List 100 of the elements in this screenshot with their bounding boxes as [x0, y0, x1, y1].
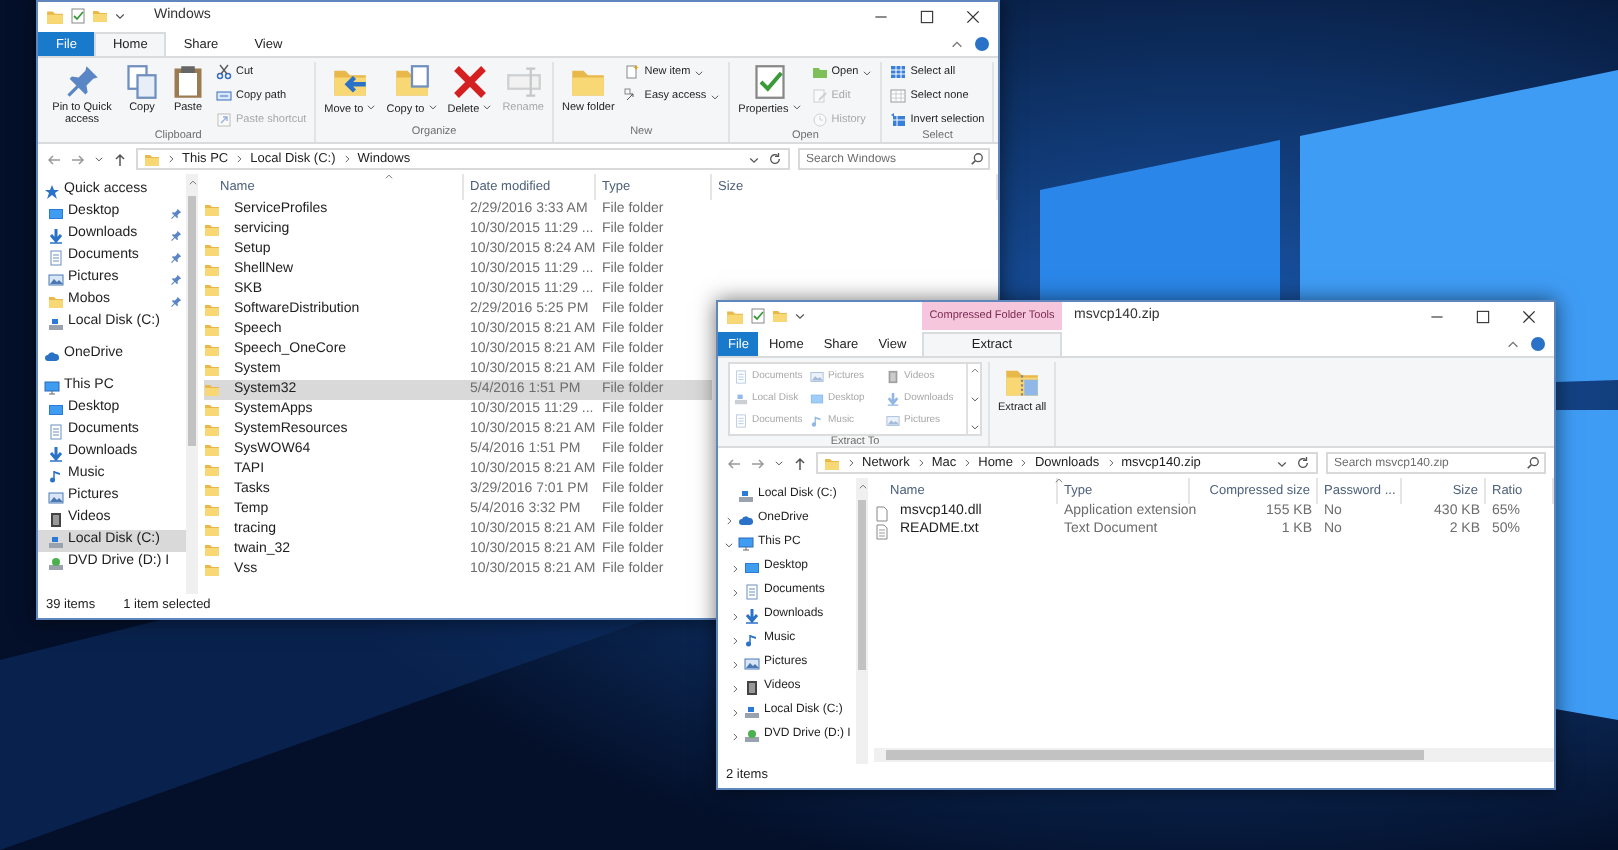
caret-icon	[482, 102, 493, 112]
folder-icon	[204, 422, 220, 438]
folder-icon	[204, 302, 220, 318]
document-icon	[48, 423, 64, 439]
search-icon[interactable]	[970, 152, 984, 166]
caret-icon[interactable]	[114, 10, 126, 22]
close-icon[interactable]	[964, 7, 982, 25]
pin-icon[interactable]	[170, 229, 182, 241]
cloud-icon	[44, 347, 60, 363]
caret-up-icon	[1054, 476, 1064, 486]
folder-icon	[204, 462, 220, 478]
folder-icon	[204, 482, 220, 498]
up-arrow-icon[interactable]	[112, 151, 128, 167]
help-icon[interactable]	[1530, 336, 1546, 352]
folder-icon	[204, 242, 220, 258]
select-all-icon	[890, 64, 907, 80]
pin-icon[interactable]	[170, 295, 182, 307]
star-icon	[44, 183, 60, 199]
caret-icon[interactable]	[969, 422, 979, 432]
film-icon	[744, 680, 760, 696]
caret-icon[interactable]	[1276, 457, 1288, 469]
film-icon	[886, 369, 900, 383]
close-icon[interactable]	[1520, 307, 1538, 325]
chevron-icon[interactable]	[730, 563, 740, 573]
maximize-icon[interactable]	[1474, 307, 1492, 325]
caret-icon	[366, 102, 377, 112]
computer-icon	[738, 536, 754, 552]
drive-icon	[744, 704, 760, 720]
caret-up-icon	[384, 172, 394, 182]
drive-icon	[734, 391, 748, 405]
drive-icon	[738, 488, 754, 504]
folder-icon	[204, 222, 220, 238]
caret-icon[interactable]	[794, 310, 806, 322]
select-none-icon	[890, 88, 907, 104]
clipboard-icon	[170, 64, 206, 100]
chevron-icon[interactable]	[730, 659, 740, 669]
history-icon	[811, 112, 828, 128]
caret-up-icon[interactable]	[969, 366, 979, 376]
folder-icon	[204, 442, 220, 458]
picture-icon	[48, 489, 64, 505]
refresh-icon[interactable]	[768, 152, 782, 166]
caret-up-icon[interactable]	[950, 37, 964, 51]
folder-icon	[204, 322, 220, 338]
pin-icon[interactable]	[170, 207, 182, 219]
chevron-icon[interactable]	[730, 683, 740, 693]
scrollbar[interactable]	[874, 748, 1554, 762]
caret-icon[interactable]	[724, 539, 734, 549]
chevron-icon	[341, 154, 352, 164]
chevron-icon[interactable]	[730, 707, 740, 717]
cloud-icon	[738, 512, 754, 528]
forward-icon[interactable]	[750, 455, 766, 471]
folder-icon	[204, 262, 220, 278]
drive-icon	[48, 533, 64, 549]
back-icon[interactable]	[726, 455, 742, 471]
folder-icon	[824, 455, 840, 471]
refresh-icon[interactable]	[1296, 456, 1310, 470]
chevron-icon[interactable]	[730, 587, 740, 597]
scrollbar[interactable]	[186, 174, 198, 594]
caret-icon	[694, 67, 705, 77]
chevron-icon[interactable]	[730, 611, 740, 621]
caret-icon[interactable]	[774, 458, 784, 468]
desktop-icon	[48, 401, 64, 417]
search-icon[interactable]	[1526, 456, 1540, 470]
chevron-icon[interactable]	[724, 515, 734, 525]
picture-icon	[886, 413, 900, 427]
film-icon	[48, 511, 64, 527]
document-icon	[744, 584, 760, 600]
chevron-icon	[1018, 458, 1029, 468]
copy-icon	[124, 64, 160, 100]
chevron-icon	[1105, 458, 1116, 468]
desktop-icon	[810, 391, 824, 405]
caret-icon[interactable]	[969, 394, 979, 404]
picture-icon	[744, 656, 760, 672]
desktop-icon	[48, 205, 64, 221]
back-icon[interactable]	[46, 151, 62, 167]
forward-icon[interactable]	[70, 151, 86, 167]
up-arrow-icon[interactable]	[792, 455, 808, 471]
chevron-icon[interactable]	[730, 635, 740, 645]
properties-icon[interactable]	[70, 8, 86, 24]
folder-icon	[204, 522, 220, 538]
caret-icon[interactable]	[94, 154, 104, 164]
chevron-icon	[234, 154, 245, 164]
folder-icon	[204, 342, 220, 358]
folder-icon	[204, 402, 220, 418]
pin-icon[interactable]	[170, 273, 182, 285]
caret-up-icon	[857, 482, 867, 492]
chevron-icon[interactable]	[730, 731, 740, 741]
properties-icon[interactable]	[750, 308, 766, 324]
new-item-icon	[624, 64, 641, 80]
chevron-icon	[915, 458, 926, 468]
folder-icon	[46, 7, 64, 25]
caret-up-icon[interactable]	[1506, 337, 1520, 351]
pin-icon[interactable]	[170, 251, 182, 263]
caret-icon[interactable]	[748, 153, 760, 165]
scrollbar[interactable]	[856, 478, 868, 764]
download-icon	[886, 391, 900, 405]
pin-icon	[64, 64, 100, 100]
help-icon[interactable]	[974, 36, 990, 52]
document-icon	[734, 413, 748, 427]
maximize-icon[interactable]	[918, 7, 936, 25]
